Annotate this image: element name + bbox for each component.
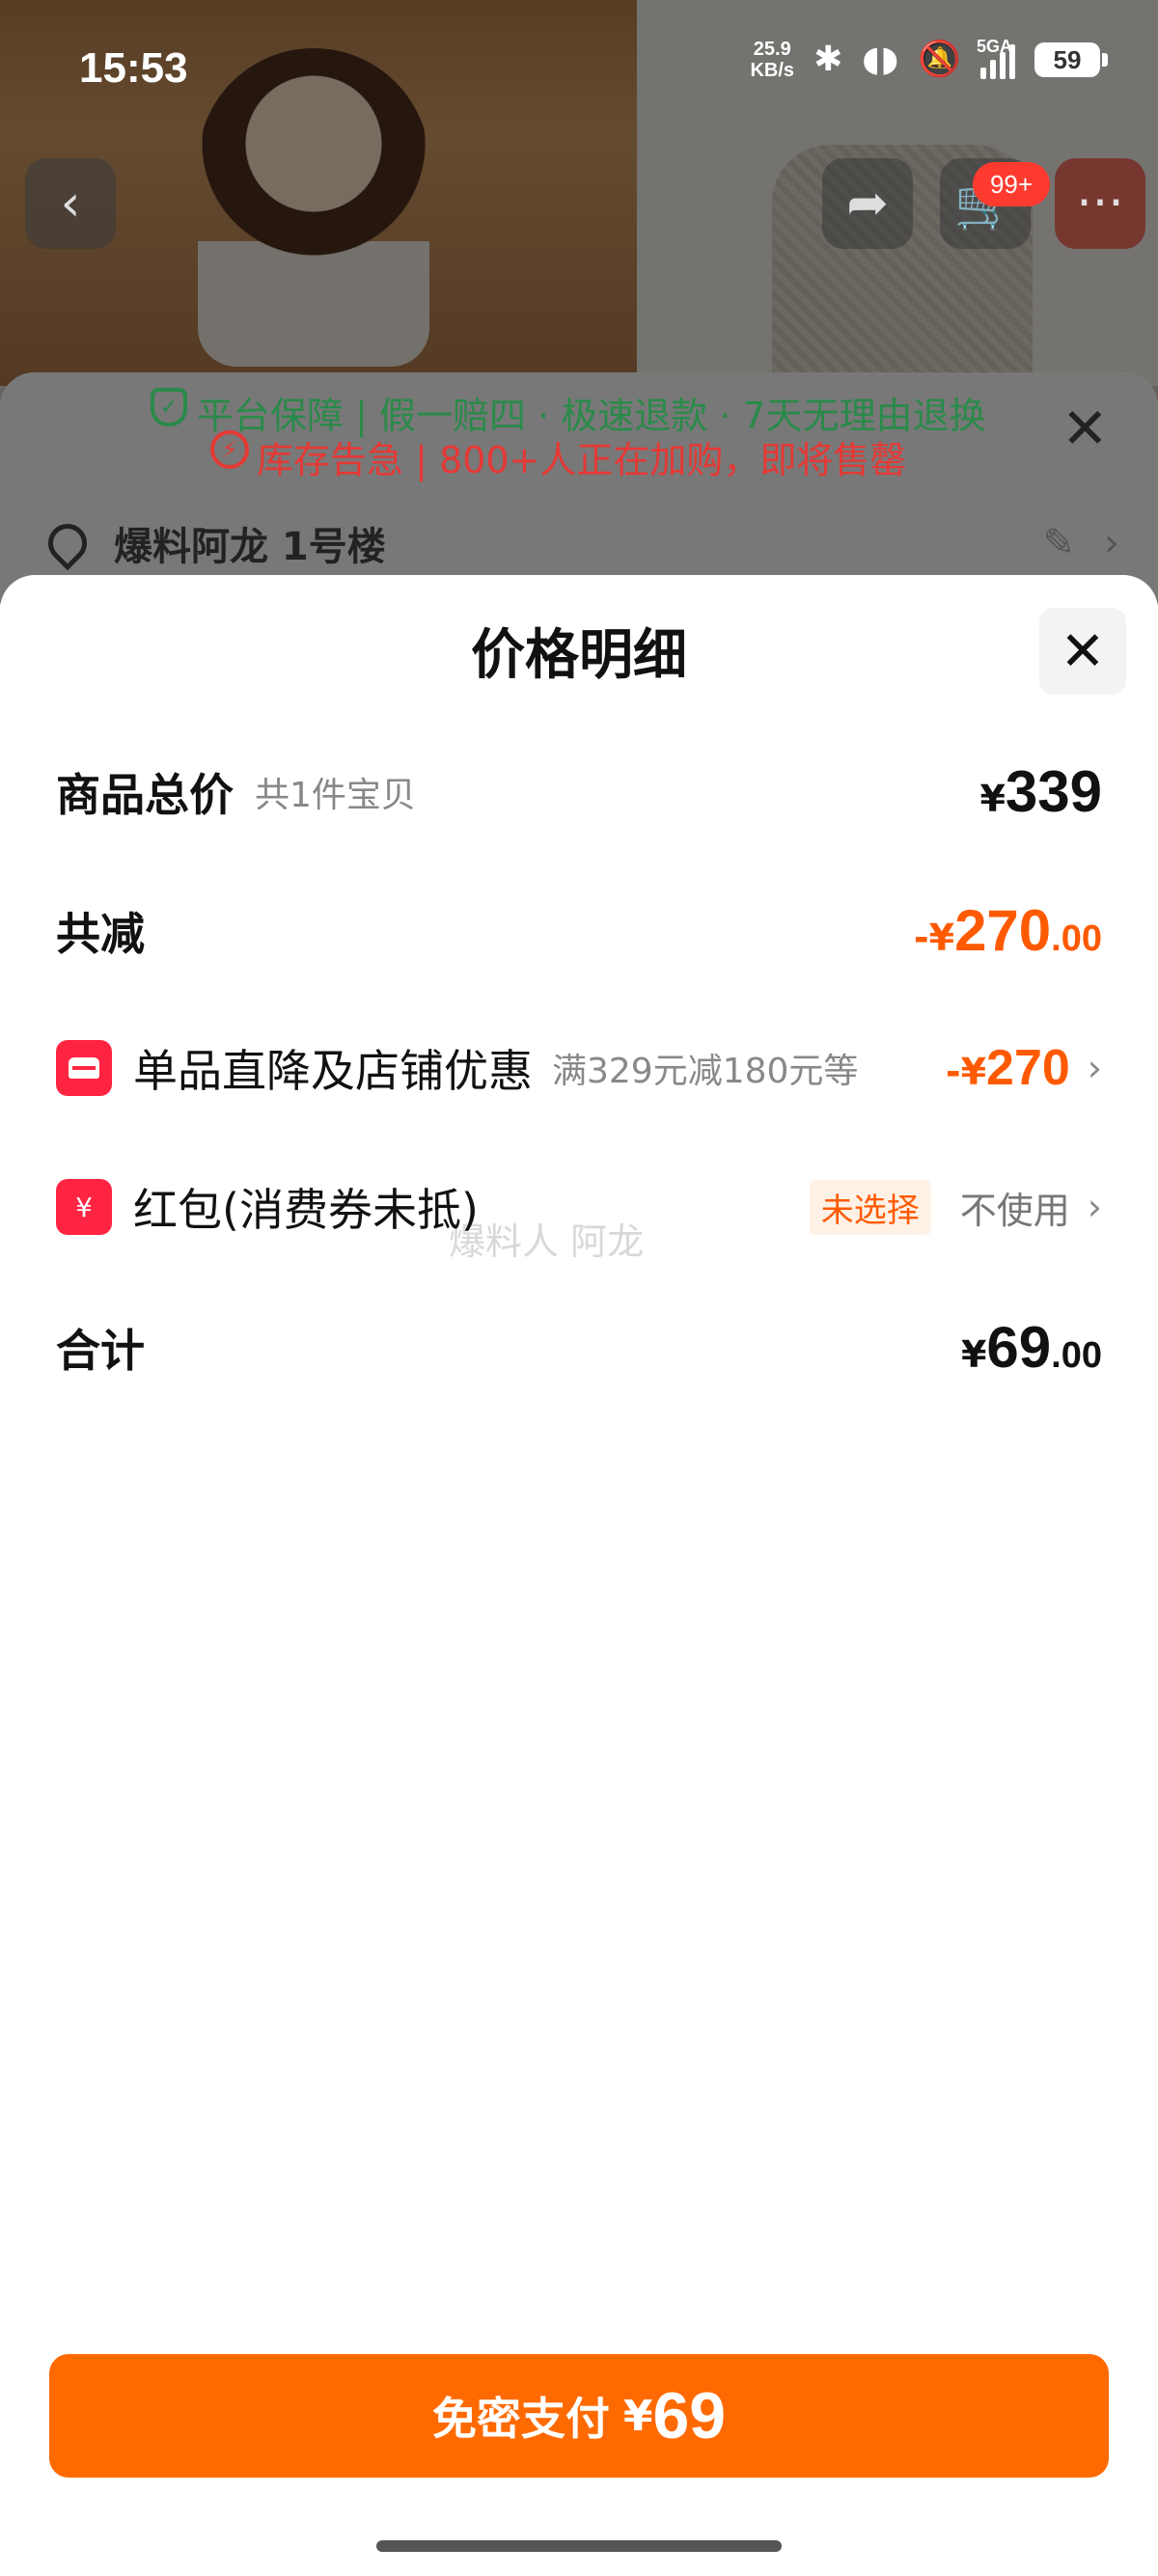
more-button[interactable]: ···	[1055, 158, 1145, 249]
total-label: 合计	[56, 1324, 145, 1377]
bluetooth-icon: ✱	[813, 40, 843, 79]
pay-button-label: 免密支付	[431, 2393, 610, 2445]
status-icons: 25.9 KB/s ✱ ◖◗ 🔕 5GA 59	[750, 37, 1108, 81]
goods-total-row: 商品总价 共1件宝贝 ¥339	[56, 758, 1102, 825]
address-text: 爆料阿龙 1号楼	[114, 525, 386, 569]
total-row: 合计 ¥69.00	[56, 1314, 1102, 1381]
status-time: 15:53	[79, 44, 188, 92]
battery-icon: 59	[1034, 42, 1108, 77]
back-button[interactable]: ‹	[25, 158, 116, 249]
goods-total-amount: ¥339	[979, 759, 1102, 824]
shield-icon: ✓	[151, 388, 187, 426]
location-pin-icon	[40, 515, 96, 571]
sheet-title: 价格明细	[471, 624, 687, 687]
shop-promo-label: 单品直降及店铺优惠	[133, 1045, 533, 1097]
edit-icon[interactable]: ✎	[1042, 521, 1075, 565]
status-bar: 15:53 25.9 KB/s ✱ ◖◗ 🔕 5GA 59	[0, 0, 1158, 135]
close-icon: ✕	[1060, 619, 1106, 683]
shop-promo-amount: -¥ 270	[945, 1040, 1070, 1096]
unselected-tag: 未选择	[809, 1179, 931, 1235]
discount-label: 共减	[56, 907, 145, 960]
price-detail-sheet: 价格明细 ✕ 爆料人 阿龙 商品总价 共1件宝贝 ¥339 共减 -¥ 270.0…	[0, 575, 1158, 2576]
goods-count: 共1件宝贝	[255, 775, 416, 815]
share-icon: ➦	[846, 175, 889, 233]
shop-promo-row[interactable]: 单品直降及店铺优惠 满329元减180元等 -¥ 270 ›	[56, 1036, 1102, 1100]
pay-amount: 69	[652, 2379, 727, 2453]
discount-amount: -¥ 270.00	[913, 898, 1102, 963]
red-packet-label: 红包(消费券未抵)	[133, 1184, 479, 1236]
mute-bell-icon: 🔕	[918, 40, 961, 79]
sku-sheet-close-icon[interactable]: ✕	[1062, 396, 1109, 461]
goods-total-label: 商品总价	[56, 768, 234, 821]
home-indicator[interactable]	[376, 2540, 782, 2552]
more-icon: ···	[1076, 175, 1124, 233]
cart-badge: 99+	[973, 162, 1050, 206]
red-packet-icon: ¥	[56, 1179, 112, 1235]
chevron-right-icon: ›	[1087, 1186, 1102, 1228]
lightning-icon: ⚡	[210, 430, 249, 469]
discount-row: 共减 -¥ 270.00	[56, 897, 1102, 964]
signal-icon: 5GA	[977, 37, 1015, 79]
total-amount: ¥69.00	[960, 1315, 1102, 1380]
earbuds-icon: ◖◗	[862, 40, 899, 79]
share-button[interactable]: ➦	[822, 158, 913, 249]
red-packet-row[interactable]: ¥ 红包(消费券未抵) 未选择 不使用 ›	[56, 1175, 1102, 1239]
address-row[interactable]: 爆料阿龙 1号楼 ✎ ›	[40, 515, 1119, 571]
net-speed: 25.9 KB/s	[750, 39, 795, 81]
chevron-left-icon: ‹	[60, 175, 81, 233]
store-icon	[56, 1040, 112, 1096]
chevron-right-icon: ›	[1087, 1047, 1102, 1089]
red-packet-value: 不使用	[959, 1189, 1070, 1232]
close-button[interactable]: ✕	[1039, 608, 1126, 695]
shop-promo-detail: 满329元减180元等	[552, 1052, 859, 1091]
pay-button[interactable]: 免密支付 ¥ 69	[49, 2354, 1109, 2478]
stock-warning: 库存告急 | 800+人正在加购，即将售罄	[257, 439, 907, 481]
chevron-right-icon: ›	[1104, 521, 1119, 565]
